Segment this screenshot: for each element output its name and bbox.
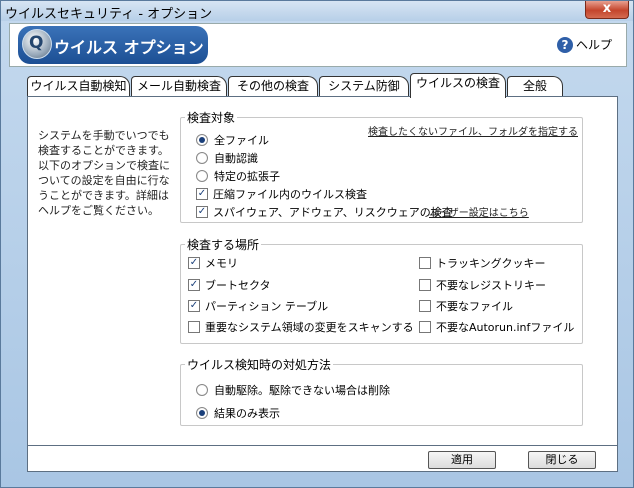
check-spyware-scan[interactable]: ✓ スパイウェア、アドウェア、リスクウェアの検査: [196, 204, 453, 220]
check-boot-sector[interactable]: ✓ ブートセクタ: [188, 277, 271, 293]
window-close-button[interactable]: x: [585, 1, 629, 19]
exclude-files-link[interactable]: 検査したくないファイル、フォルダを指定する: [368, 123, 578, 138]
radio-auto-recognize[interactable]: 自動認識: [196, 150, 258, 166]
shield-logo-icon: Q: [22, 29, 52, 59]
app-logo: Q ウイルス オプション: [18, 26, 208, 64]
header-banner: Q ウイルス オプション ? ヘルプ: [9, 23, 627, 67]
tab-system-defense[interactable]: システム防御: [319, 76, 409, 97]
page-title: ウイルス オプション: [54, 38, 204, 57]
radio-specific-extensions-control[interactable]: [196, 170, 208, 182]
check-archive-scan[interactable]: ✓ 圧縮ファイル内のウイルス検査: [196, 186, 367, 202]
help-icon: ?: [556, 36, 573, 53]
radio-show-results[interactable]: 結果のみ表示: [196, 405, 280, 421]
checkbox-registry-keys[interactable]: [419, 279, 431, 291]
checkbox-partition-table[interactable]: ✓: [188, 300, 200, 312]
checkbox-tracking-cookie[interactable]: [419, 257, 431, 269]
check-autorun-inf[interactable]: 不要なAutorun.infファイル: [419, 319, 574, 335]
tab-other-scan[interactable]: その他の検査: [228, 76, 318, 97]
check-system-area[interactable]: 重要なシステム領域の変更をスキャンする: [188, 319, 414, 335]
checkbox-spyware-scan[interactable]: ✓: [196, 206, 208, 218]
check-partition-table[interactable]: ✓ パーティション テーブル: [188, 298, 328, 314]
tab-auto-detect[interactable]: ウイルス自動検知: [27, 76, 130, 97]
title-bar[interactable]: ウイルスセキュリティ - オプション x: [1, 1, 633, 22]
help-label: ヘルプ: [575, 38, 612, 52]
radio-specific-extensions[interactable]: 特定の拡張子: [196, 168, 280, 184]
window-title: ウイルスセキュリティ - オプション: [5, 7, 213, 22]
radio-all-files[interactable]: 全ファイル: [196, 132, 269, 148]
check-unneeded-files[interactable]: 不要なファイル: [419, 298, 513, 314]
tab-general[interactable]: 全般: [507, 76, 563, 97]
apply-button[interactable]: 適用: [428, 451, 496, 469]
checkbox-memory[interactable]: ✓: [188, 257, 200, 269]
side-description: システムを手動でいつでも検査することができます。以下のオプションで検査についての…: [38, 129, 170, 217]
radio-auto-recognize-control[interactable]: [196, 152, 208, 164]
checkbox-boot-sector[interactable]: ✓: [188, 279, 200, 291]
check-registry-keys[interactable]: 不要なレジストリキー: [419, 277, 546, 293]
radio-auto-remove[interactable]: 自動駆除。駆除できない場合は削除: [196, 382, 390, 398]
radio-auto-remove-control[interactable]: [196, 384, 208, 396]
tab-mail-scan[interactable]: メール自動検査: [131, 76, 227, 97]
scan-locations-legend: 検査する場所: [187, 238, 260, 252]
options-window: ウイルスセキュリティ - オプション x Q ウイルス オプション ? ヘルプ …: [0, 0, 634, 488]
radio-show-results-control[interactable]: [196, 407, 208, 419]
checkbox-system-area[interactable]: [188, 321, 200, 333]
checkbox-archive-scan[interactable]: ✓: [196, 188, 208, 200]
check-memory[interactable]: ✓ メモリ: [188, 255, 238, 271]
on-detect-legend: ウイルス検知時の対処方法: [187, 358, 332, 372]
help-link[interactable]: ? ヘルプ: [556, 36, 612, 53]
scan-target-legend: 検査対象: [187, 111, 236, 125]
user-settings-link[interactable]: ユーザー設定はこちら: [429, 204, 529, 219]
checkbox-autorun-inf[interactable]: [419, 321, 431, 333]
checkbox-unneeded-files[interactable]: [419, 300, 431, 312]
close-button[interactable]: 閉じる: [528, 451, 596, 469]
tab-virus-scan[interactable]: ウイルスの検査: [410, 73, 506, 98]
check-tracking-cookie[interactable]: トラッキングクッキー: [419, 255, 545, 271]
radio-all-files-control[interactable]: [196, 134, 208, 146]
